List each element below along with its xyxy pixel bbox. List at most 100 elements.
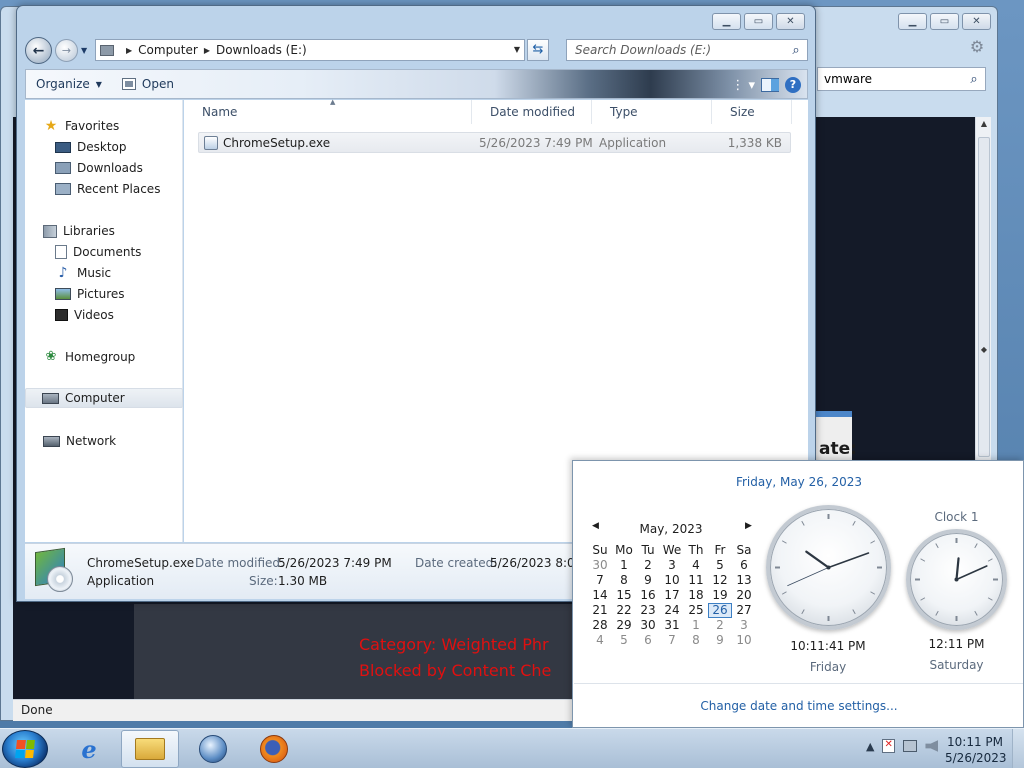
calendar-day[interactable]: 31	[660, 618, 684, 633]
nav-music[interactable]: ♪ Music	[55, 263, 112, 283]
address-bar[interactable]: ▶ Computer ▶ Downloads (E:) ▼	[95, 39, 525, 61]
taskbar-firefox[interactable]	[245, 730, 303, 768]
refresh-button[interactable]: ⇆	[527, 39, 549, 61]
calendar-day-other-month[interactable]: 30	[588, 558, 612, 573]
browser-search-input[interactable]: vmware ⌕	[817, 67, 986, 91]
show-hidden-icons-icon[interactable]: ▲	[866, 740, 874, 753]
nav-videos[interactable]: Videos	[55, 305, 114, 325]
network-tray-icon[interactable]	[903, 740, 918, 752]
calendar-day[interactable]: 28	[588, 618, 612, 633]
calendar-day-other-month[interactable]: 8	[684, 633, 708, 648]
calendar-day-other-month[interactable]: 9	[708, 633, 732, 648]
calendar-day[interactable]: 30	[636, 618, 660, 633]
taskbar-windows-explorer[interactable]	[121, 730, 179, 768]
calendar-day[interactable]: 17	[660, 588, 684, 603]
explorer-search-input[interactable]: Search Downloads (E:) ⌕	[566, 39, 808, 61]
column-header-size[interactable]: Size	[712, 100, 792, 124]
minimize-button[interactable]: ▁	[898, 13, 927, 30]
recent-pages-dropdown[interactable]: ▼	[81, 46, 87, 55]
calendar-day[interactable]: 8	[612, 573, 636, 588]
nav-homegroup[interactable]: ❀ Homegroup	[43, 347, 136, 367]
forward-button[interactable]: →	[55, 39, 78, 62]
calendar-day[interactable]: 21	[588, 603, 612, 618]
nav-downloads[interactable]: Downloads	[55, 158, 143, 178]
calendar-day[interactable]: 23	[636, 603, 660, 618]
action-center-flag-icon[interactable]	[882, 739, 896, 753]
calendar-day-other-month[interactable]: 2	[708, 618, 732, 633]
table-row[interactable]: ChromeSetup.exe 5/26/2023 7:49 PM Applic…	[198, 132, 791, 153]
preview-pane-icon[interactable]	[761, 78, 779, 92]
taskbar-internet-explorer[interactable]: e	[60, 730, 118, 768]
calendar-day[interactable]: 27	[732, 603, 756, 618]
close-button[interactable]: ✕	[962, 13, 991, 30]
open-button[interactable]: Open	[112, 69, 184, 99]
taskbar-clock[interactable]: 10:11 PM 5/26/2023	[945, 734, 1007, 766]
column-header-date-modified[interactable]: Date modified	[472, 100, 592, 124]
calendar-day[interactable]: 20	[732, 588, 756, 603]
search-icon[interactable]: ⌕	[785, 43, 807, 58]
nav-libraries[interactable]: Libraries	[43, 221, 115, 241]
calendar-day-today[interactable]: 26	[708, 603, 732, 618]
nav-favorites[interactable]: ★ Favorites	[43, 116, 120, 136]
browser-scrollbar[interactable]: ▲ ◆	[975, 117, 991, 461]
nav-documents[interactable]: Documents	[55, 242, 141, 262]
minimize-button[interactable]: ▁	[712, 13, 741, 30]
chevron-right-icon[interactable]: ▶	[126, 46, 132, 55]
calendar-day[interactable]: 2	[636, 558, 660, 573]
volume-icon[interactable]	[925, 740, 939, 752]
calendar-day[interactable]: 14	[588, 588, 612, 603]
maximize-button[interactable]: ▭	[744, 13, 773, 30]
back-button[interactable]: ←	[25, 37, 52, 64]
calendar-day[interactable]: 5	[708, 558, 732, 573]
calendar-day[interactable]: 22	[612, 603, 636, 618]
help-icon[interactable]: ?	[785, 77, 801, 93]
next-month-icon[interactable]: ▶	[745, 521, 752, 531]
calendar-day[interactable]: 9	[636, 573, 660, 588]
calendar-day[interactable]: 13	[732, 573, 756, 588]
chevron-down-icon[interactable]: ▼	[514, 45, 520, 54]
calendar-day[interactable]: 11	[684, 573, 708, 588]
previous-month-icon[interactable]: ◀	[592, 521, 599, 531]
calendar-day[interactable]: 25	[684, 603, 708, 618]
breadcrumb-computer[interactable]: Computer	[138, 43, 198, 57]
calendar-day-other-month[interactable]: 3	[732, 618, 756, 633]
calendar-day[interactable]: 12	[708, 573, 732, 588]
calendar-day-other-month[interactable]: 10	[732, 633, 756, 648]
organize-button[interactable]: Organize ▼	[26, 69, 112, 99]
calendar-day-other-month[interactable]: 7	[660, 633, 684, 648]
show-desktop-button[interactable]	[1012, 729, 1024, 768]
nav-network[interactable]: Network	[43, 431, 116, 451]
calendar-day[interactable]: 19	[708, 588, 732, 603]
nav-computer[interactable]: Computer	[25, 388, 183, 408]
calendar-day-other-month[interactable]: 6	[636, 633, 660, 648]
start-button[interactable]	[2, 730, 48, 768]
calendar-day[interactable]: 16	[636, 588, 660, 603]
full-date-link[interactable]: Friday, May 26, 2023	[573, 475, 1024, 489]
breadcrumb-downloads[interactable]: Downloads (E:)	[216, 43, 307, 57]
column-header-name[interactable]: Name	[184, 100, 472, 124]
close-button[interactable]: ✕	[776, 13, 805, 30]
scroll-up-icon[interactable]: ▲	[976, 119, 992, 128]
calendar-day[interactable]: 3	[660, 558, 684, 573]
calendar-day[interactable]: 7	[588, 573, 612, 588]
column-header-type[interactable]: Type	[592, 100, 712, 124]
calendar-day-other-month[interactable]: 1	[684, 618, 708, 633]
nav-recent-places[interactable]: Recent Places	[55, 179, 160, 199]
views-icon[interactable]: ⋮ ▾	[731, 78, 755, 93]
calendar-day[interactable]: 24	[660, 603, 684, 618]
nav-pictures[interactable]: Pictures	[55, 284, 125, 304]
maximize-button[interactable]: ▭	[930, 13, 959, 30]
calendar-day-other-month[interactable]: 5	[612, 633, 636, 648]
calendar-month-title[interactable]: May, 2023	[633, 522, 709, 536]
calendar-day[interactable]: 10	[660, 573, 684, 588]
calendar-day[interactable]: 4	[684, 558, 708, 573]
calendar-day[interactable]: 29	[612, 618, 636, 633]
calendar-day[interactable]: 6	[732, 558, 756, 573]
chevron-right-icon[interactable]: ▶	[204, 46, 210, 55]
search-icon[interactable]: ⌕	[963, 72, 985, 87]
change-date-time-link[interactable]: Change date and time settings...	[573, 699, 1024, 713]
taskbar-globe-app[interactable]	[184, 730, 242, 768]
calendar-day[interactable]: 1	[612, 558, 636, 573]
gear-icon[interactable]: ⚙	[967, 37, 987, 57]
nav-desktop[interactable]: Desktop	[55, 137, 127, 157]
